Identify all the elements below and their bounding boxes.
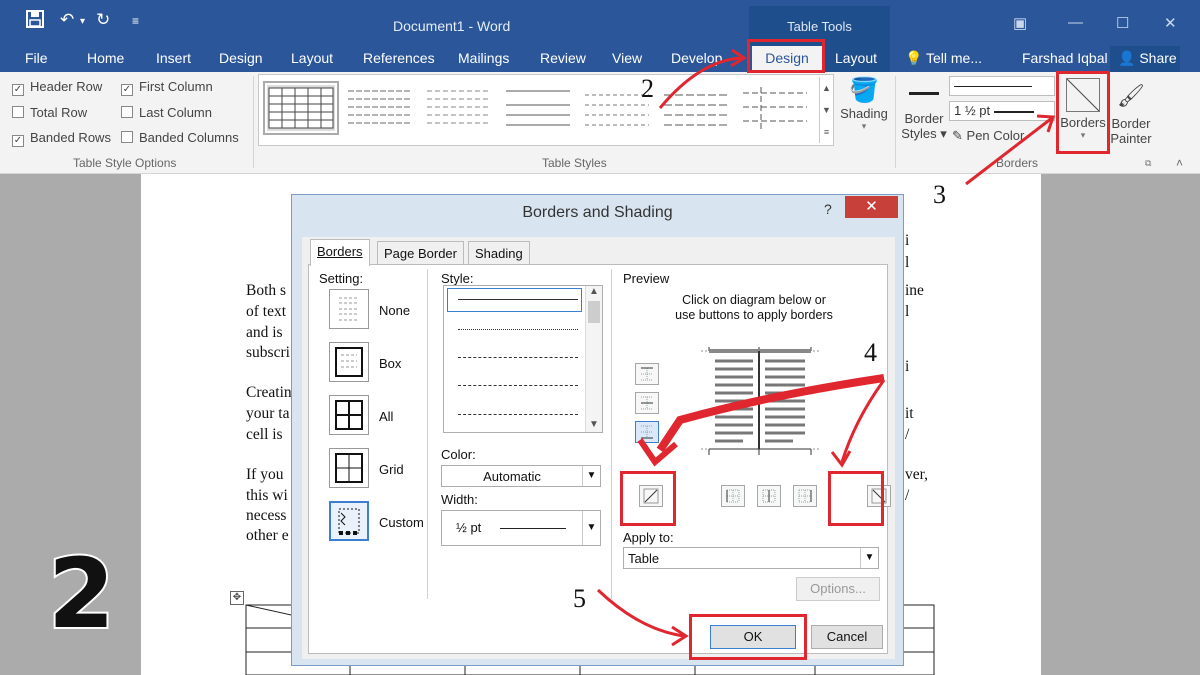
big-step-number: 2 xyxy=(46,536,117,652)
step-number-5: 5 xyxy=(573,584,586,613)
tab-borders[interactable]: Borders xyxy=(310,239,370,266)
step-number-4: 4 xyxy=(864,338,877,367)
step-number-3: 3 xyxy=(933,180,946,209)
step-number-2: 2 xyxy=(641,74,654,103)
annotation-arrows xyxy=(596,48,1056,647)
